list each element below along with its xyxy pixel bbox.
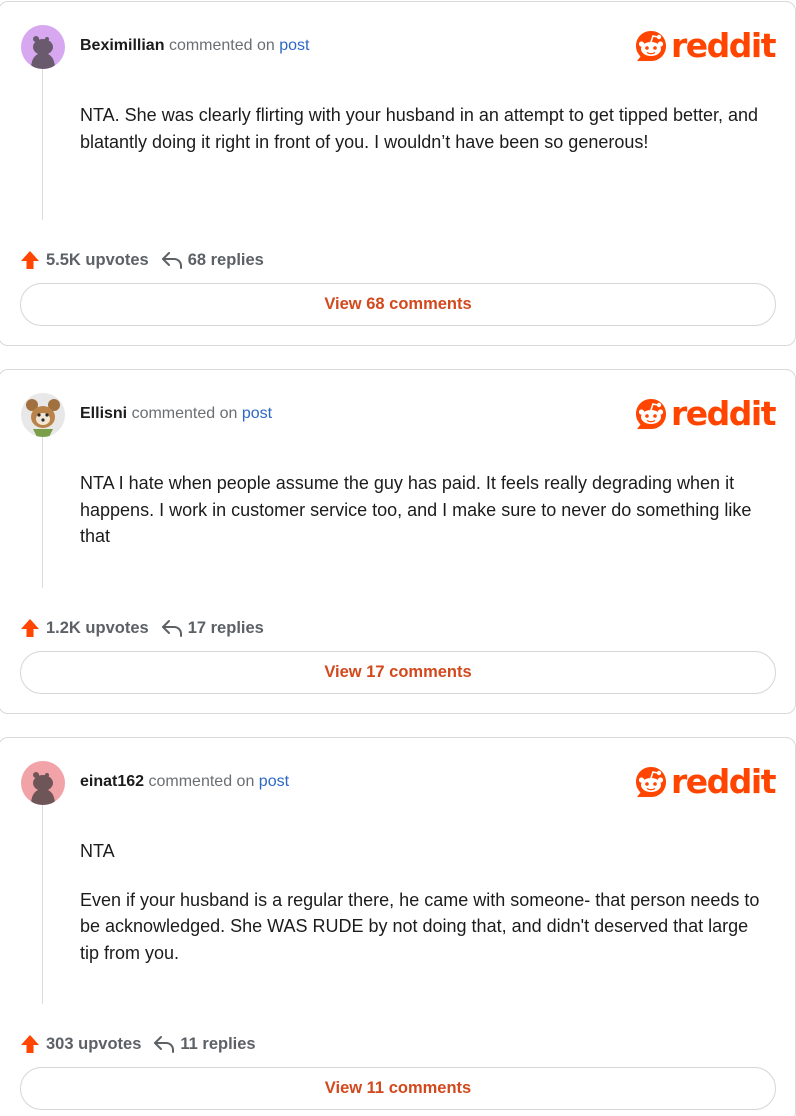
comment-body: NTA I hate when people assume the guy ha… xyxy=(80,470,760,572)
reddit-wordmark: reddit xyxy=(671,762,777,801)
reply-arrow-icon[interactable] xyxy=(161,619,183,637)
upvote-arrow-icon[interactable] xyxy=(20,618,40,638)
upvote-count: 1.2K upvotes xyxy=(46,618,149,637)
comment-paragraph: NTA. She was clearly flirting with your … xyxy=(80,105,759,152)
reply-arrow-icon[interactable] xyxy=(161,251,183,269)
upvote-arrow-icon[interactable] xyxy=(20,1034,40,1054)
comment-stats: 303 upvotes 11 replies xyxy=(20,1033,256,1055)
view-comments-button[interactable]: View 68 comments xyxy=(20,283,776,326)
comment-stats: 5.5K upvotes 68 replies xyxy=(20,249,264,271)
comment-card[interactable]: einat162 commented on post reddit NTA Ev… xyxy=(0,737,796,1116)
username[interactable]: Beximillian xyxy=(80,37,164,54)
username[interactable]: Ellisni xyxy=(80,405,127,422)
comment-card[interactable]: Beximillian commented on post reddit NTA… xyxy=(0,1,796,346)
commented-on-text: commented on xyxy=(131,405,238,422)
comment-paragraph: NTA xyxy=(80,841,115,861)
comment-paragraph: Even if your husband is a regular there,… xyxy=(80,889,760,963)
commented-on-text: commented on xyxy=(148,773,255,790)
upvote-count: 303 upvotes xyxy=(46,1034,142,1053)
commented-on-text: commented on xyxy=(168,37,275,54)
comment-body: NTA. She was clearly flirting with your … xyxy=(80,102,760,177)
snoo-avatar-icon xyxy=(21,25,65,69)
reply-count: 17 replies xyxy=(187,618,264,637)
view-comments-button[interactable]: View 11 comments xyxy=(20,1067,776,1110)
snoo-avatar-icon xyxy=(21,761,65,805)
reddit-wordmark: reddit xyxy=(671,26,777,65)
reply-count: 68 replies xyxy=(187,250,264,269)
reddit-snoo-icon xyxy=(636,399,666,429)
username[interactable]: einat162 xyxy=(80,773,144,790)
user-avatar[interactable] xyxy=(21,25,65,69)
view-comments-button[interactable]: View 17 comments xyxy=(20,651,776,694)
comment-paragraph: NTA I hate when people assume the guy ha… xyxy=(80,473,752,546)
thread-line xyxy=(42,436,43,588)
reddit-logo[interactable]: reddit xyxy=(634,26,777,65)
comment-body: NTA Even if your husband is a regular th… xyxy=(80,838,760,988)
comment-stats: 1.2K upvotes 17 replies xyxy=(20,617,264,639)
thread-line xyxy=(42,804,43,1004)
reddit-logo[interactable]: reddit xyxy=(634,394,777,433)
post-link[interactable]: post xyxy=(242,405,272,422)
reddit-snoo-icon xyxy=(636,31,666,61)
upvote-arrow-icon[interactable] xyxy=(20,250,40,270)
reddit-logo[interactable]: reddit xyxy=(634,762,777,801)
bear-avatar-icon xyxy=(21,393,65,437)
reply-count: 11 replies xyxy=(180,1034,256,1053)
comment-header: einat162 commented on post xyxy=(80,772,289,792)
thread-line xyxy=(42,68,43,220)
user-avatar[interactable] xyxy=(21,761,65,805)
post-link[interactable]: post xyxy=(259,773,289,790)
reddit-snoo-icon xyxy=(636,767,666,797)
comment-header: Beximillian commented on post xyxy=(80,36,309,56)
comment-header: Ellisni commented on post xyxy=(80,404,272,424)
reply-arrow-icon[interactable] xyxy=(153,1035,175,1053)
reddit-wordmark: reddit xyxy=(671,394,777,433)
upvote-count: 5.5K upvotes xyxy=(46,250,149,269)
comment-card[interactable]: Ellisni commented on post reddit NTA I h… xyxy=(0,369,796,714)
post-link[interactable]: post xyxy=(279,37,309,54)
user-avatar[interactable] xyxy=(21,393,65,437)
